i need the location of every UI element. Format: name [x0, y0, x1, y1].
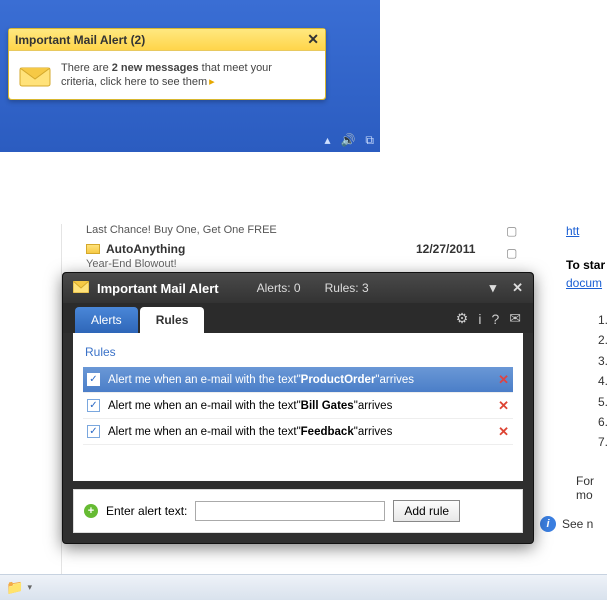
tab-rules[interactable]: Rules — [140, 307, 205, 333]
desktop-area: Important Mail Alert (2) ✕ There are 2 n… — [0, 0, 380, 152]
checkbox[interactable]: ✓ — [87, 373, 100, 386]
gear-icon[interactable]: ⚙ — [456, 310, 469, 327]
link-fragment[interactable]: docum — [566, 276, 602, 290]
checkbox[interactable]: ✓ — [87, 399, 100, 412]
envelope-icon — [17, 60, 53, 90]
alert-text-input[interactable] — [195, 501, 385, 521]
info-row: i See n — [540, 516, 593, 532]
rules-count: Rules: 3 — [325, 281, 369, 295]
close-icon[interactable]: ✕ — [512, 280, 523, 296]
flag-icon[interactable]: ▢ — [506, 224, 517, 238]
info-icon[interactable]: i — [478, 311, 481, 327]
dialog-titlebar: Important Mail Alert Alerts: 0 Rules: 3 … — [63, 273, 533, 303]
checkbox[interactable]: ✓ — [87, 425, 100, 438]
tab-row: Alerts Rules ⚙ i ? ✉ — [63, 303, 533, 333]
mail-icon[interactable]: ✉ — [509, 310, 521, 327]
rule-row[interactable]: ✓ Alert me when an e-mail with the text … — [83, 419, 513, 445]
chevron-down-icon[interactable]: ▾ — [490, 280, 497, 296]
dialog-stats: Alerts: 0 Rules: 3 — [257, 281, 369, 295]
tab-alerts[interactable]: Alerts — [75, 307, 138, 333]
tab-toolbar: ⚙ i ? ✉ — [456, 310, 521, 333]
mail-subject[interactable]: Last Chance! Buy One, Get One FREE — [86, 224, 277, 236]
numbered-list: 1. 2. 3. 4. 5. 6. 7. — [598, 310, 607, 453]
tray-up-icon[interactable]: ▴ — [324, 133, 330, 148]
text-fragment: To star — [566, 258, 605, 272]
info-text[interactable]: See n — [562, 517, 593, 531]
tray-sync-icon[interactable]: ⧉ — [365, 133, 374, 148]
rule-row[interactable]: ✓ Alert me when an e-mail with the text … — [83, 367, 513, 393]
add-rule-button[interactable]: Add rule — [393, 500, 460, 522]
flag-icon[interactable]: ▢ — [506, 246, 517, 260]
text-fragment: For mo — [576, 474, 607, 502]
add-rule-row: + Enter alert text: Add rule — [73, 489, 523, 533]
arrow-icon: ▸ — [209, 76, 215, 88]
important-mail-alert-dialog: Important Mail Alert Alerts: 0 Rules: 3 … — [62, 272, 534, 544]
rules-panel: Rules ✓ Alert me when an e-mail with the… — [73, 333, 523, 481]
chevron-down-icon: ▾ — [27, 582, 32, 593]
add-rule-label: Enter alert text: — [106, 504, 187, 518]
info-icon: i — [540, 516, 556, 532]
alerts-count: Alerts: 0 — [257, 281, 301, 295]
rules-heading: Rules — [85, 345, 513, 359]
delete-icon[interactable]: ✕ — [498, 424, 509, 440]
mail-from: AutoAnything — [106, 242, 185, 256]
folder-icon: 📁 — [6, 579, 23, 596]
rule-keyword: Bill Gates — [301, 400, 354, 412]
help-icon[interactable]: ? — [491, 311, 499, 327]
system-tray: ▴ 🔊 ⧉ — [324, 133, 374, 148]
mail-nav-strip — [0, 224, 62, 584]
plus-icon: + — [84, 504, 98, 518]
rule-keyword: ProductOrder — [301, 374, 376, 386]
close-icon[interactable]: ✕ — [307, 31, 319, 48]
mail-alert-notification[interactable]: Important Mail Alert (2) ✕ There are 2 n… — [8, 28, 326, 100]
delete-icon[interactable]: ✕ — [498, 372, 509, 388]
status-bar: 📁 ▾ — [0, 574, 607, 600]
notification-title: Important Mail Alert (2) — [15, 33, 145, 47]
notification-text: There are 2 new messages that meet your … — [61, 61, 272, 90]
mail-date: 12/27/2011 — [416, 242, 475, 256]
envelope-icon — [86, 244, 100, 254]
envelope-icon — [73, 280, 89, 296]
notification-header: Important Mail Alert (2) ✕ — [9, 29, 325, 51]
link-fragment[interactable]: htt — [566, 224, 579, 238]
footer-folder-button[interactable]: 📁 ▾ — [6, 579, 32, 596]
rule-row[interactable]: ✓ Alert me when an e-mail with the text … — [83, 393, 513, 419]
mail-subject: Year-End Blowout! — [86, 258, 177, 270]
dialog-title: Important Mail Alert — [97, 281, 219, 296]
delete-icon[interactable]: ✕ — [498, 398, 509, 414]
mail-row[interactable]: AutoAnything 12/27/2011 — [86, 242, 185, 256]
rule-keyword: Feedback — [301, 426, 354, 438]
tray-speaker-icon[interactable]: 🔊 — [340, 133, 355, 148]
notification-body[interactable]: There are 2 new messages that meet your … — [9, 51, 325, 99]
